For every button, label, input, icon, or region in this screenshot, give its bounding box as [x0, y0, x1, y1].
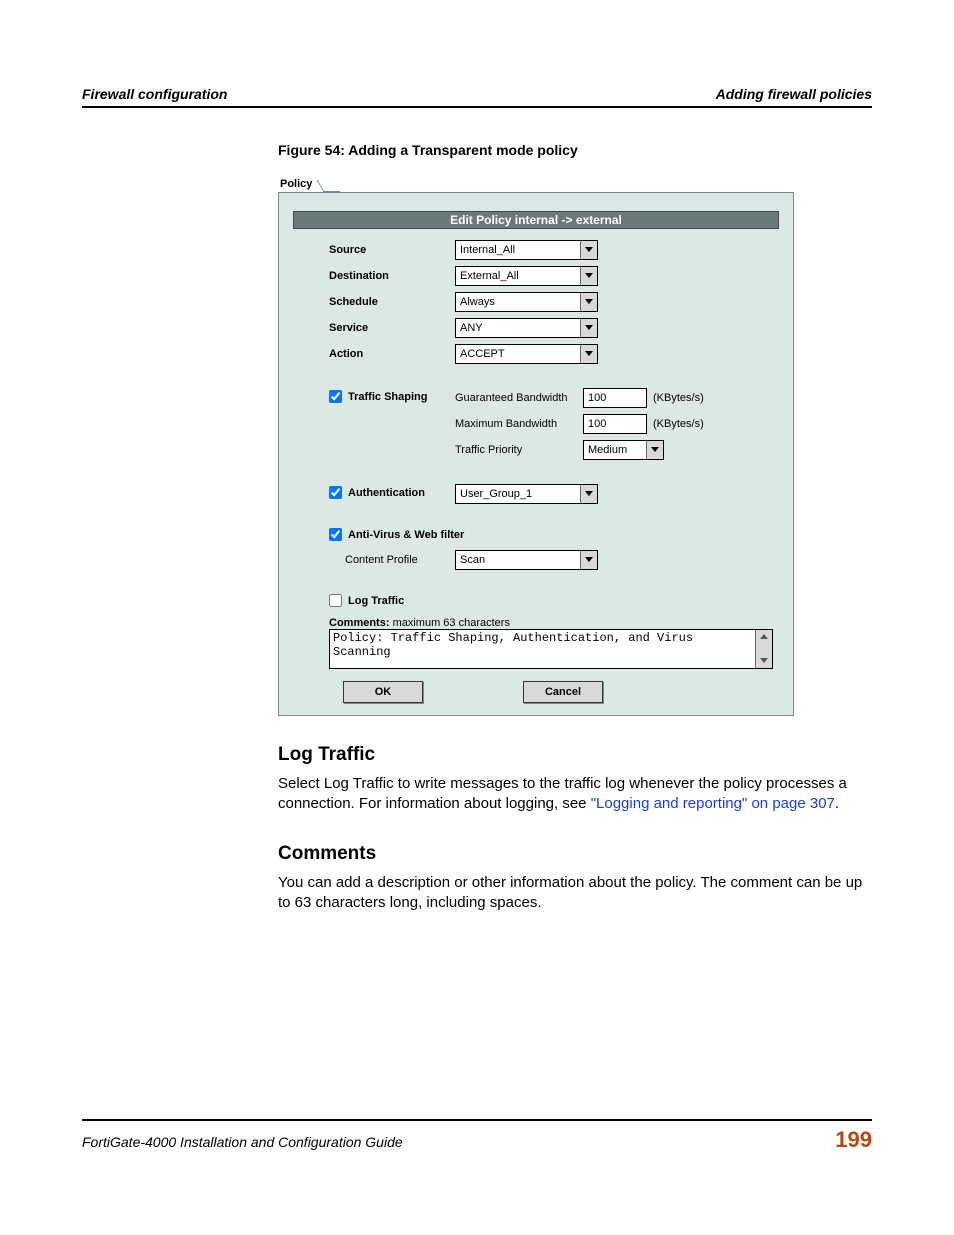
authentication-checkbox[interactable] [329, 486, 342, 499]
guaranteed-bandwidth-value[interactable] [584, 389, 646, 407]
comments-label: Comments: [329, 617, 390, 629]
log-traffic-checkbox-wrap[interactable]: Log Traffic [293, 594, 404, 607]
comments-textarea-wrap[interactable] [329, 629, 773, 669]
schedule-label: Schedule [293, 296, 455, 308]
schedule-select[interactable] [455, 292, 598, 312]
log-para-post: . [835, 795, 839, 812]
service-select-value[interactable] [456, 319, 580, 337]
guaranteed-bandwidth-input[interactable] [583, 388, 647, 408]
destination-select[interactable] [455, 266, 598, 286]
traffic-shaping-checkbox-wrap[interactable]: Traffic Shaping [293, 390, 427, 403]
guaranteed-bandwidth-unit: (KBytes/s) [653, 392, 704, 404]
log-traffic-label: Log Traffic [348, 595, 404, 607]
page-header: Firewall configuration Adding firewall p… [82, 86, 872, 108]
dropdown-icon[interactable] [646, 441, 663, 459]
policy-panel: Edit Policy internal -> external Source … [278, 192, 794, 716]
dropdown-icon[interactable] [580, 551, 597, 569]
action-label: Action [293, 348, 455, 360]
edit-policy-title-bar: Edit Policy internal -> external [293, 211, 779, 229]
source-label: Source [293, 244, 455, 256]
comments-label-row: Comments: maximum 63 characters [293, 617, 779, 629]
footer-title: FortiGate-4000 Installation and Configur… [82, 1134, 403, 1150]
traffic-priority-label: Traffic Priority [455, 444, 577, 456]
service-label: Service [293, 322, 455, 334]
ok-button[interactable]: OK [343, 681, 423, 703]
scroll-down-icon[interactable] [756, 654, 772, 668]
log-traffic-paragraph: Select Log Traffic to write messages to … [278, 774, 872, 815]
authentication-select-value[interactable] [456, 485, 580, 503]
destination-select-value[interactable] [456, 267, 580, 285]
traffic-priority-select[interactable] [583, 440, 664, 460]
content-profile-label: Content Profile [293, 554, 455, 566]
comments-paragraph: You can add a description or other infor… [278, 873, 872, 914]
guaranteed-bandwidth-label: Guaranteed Bandwidth [455, 392, 577, 404]
dropdown-icon[interactable] [580, 485, 597, 503]
dropdown-icon[interactable] [580, 345, 597, 363]
destination-label: Destination [293, 270, 455, 282]
action-select[interactable] [455, 344, 598, 364]
content-profile-select[interactable] [455, 550, 598, 570]
dropdown-icon[interactable] [580, 267, 597, 285]
action-select-value[interactable] [456, 345, 580, 363]
authentication-label: Authentication [348, 487, 425, 499]
page-footer: FortiGate-4000 Installation and Configur… [82, 1119, 872, 1153]
traffic-priority-value[interactable] [584, 441, 646, 459]
antivirus-label: Anti-Virus & Web filter [348, 529, 464, 541]
dropdown-icon[interactable] [580, 319, 597, 337]
header-right: Adding firewall policies [716, 86, 872, 102]
tab-row: Policy [278, 176, 794, 192]
comments-textarea[interactable] [330, 630, 755, 668]
comments-heading: Comments [278, 843, 872, 865]
tab-policy[interactable]: Policy [278, 176, 322, 192]
page-number: 199 [835, 1127, 872, 1153]
scrollbar[interactable] [755, 630, 772, 668]
maximum-bandwidth-input[interactable] [583, 414, 647, 434]
log-traffic-heading: Log Traffic [278, 744, 872, 766]
figure-caption: Figure 54: Adding a Transparent mode pol… [278, 142, 872, 158]
traffic-shaping-checkbox[interactable] [329, 390, 342, 403]
comments-hint: maximum 63 characters [390, 617, 510, 629]
authentication-select[interactable] [455, 484, 598, 504]
logging-reporting-link[interactable]: "Logging and reporting" on page 307 [591, 795, 835, 812]
maximum-bandwidth-unit: (KBytes/s) [653, 418, 704, 430]
schedule-select-value[interactable] [456, 293, 580, 311]
cancel-button[interactable]: Cancel [523, 681, 603, 703]
dropdown-icon[interactable] [580, 241, 597, 259]
maximum-bandwidth-label: Maximum Bandwidth [455, 418, 577, 430]
maximum-bandwidth-value[interactable] [584, 415, 646, 433]
authentication-checkbox-wrap[interactable]: Authentication [293, 486, 425, 499]
header-left: Firewall configuration [82, 86, 227, 102]
antivirus-checkbox-wrap[interactable]: Anti-Virus & Web filter [293, 528, 464, 541]
traffic-shaping-label: Traffic Shaping [348, 391, 427, 403]
source-select-value[interactable] [456, 241, 580, 259]
log-traffic-checkbox[interactable] [329, 594, 342, 607]
content-profile-value[interactable] [456, 551, 580, 569]
source-select[interactable] [455, 240, 598, 260]
dropdown-icon[interactable] [580, 293, 597, 311]
antivirus-checkbox[interactable] [329, 528, 342, 541]
scroll-up-icon[interactable] [756, 630, 772, 644]
service-select[interactable] [455, 318, 598, 338]
